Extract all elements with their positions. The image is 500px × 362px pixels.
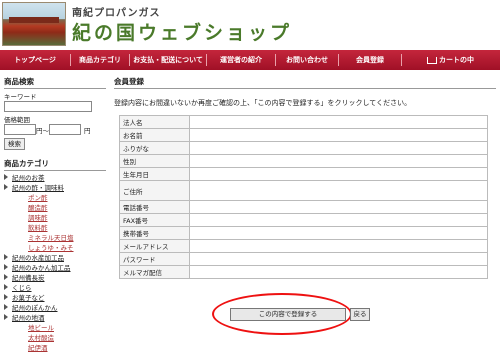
field-value	[189, 141, 488, 155]
field-value	[189, 252, 488, 266]
field-label: 電話番号	[119, 200, 190, 214]
triangle-bullet-icon	[4, 174, 8, 180]
category-list: 紀州のお茶 紀州の酢・調味料 ポン酢 醸造酢 調味酢 飲料酢 ミネラル天日塩 しょうゆ・みそ紀…	[4, 173, 106, 353]
nav-item-about[interactable]: 運営者の紹介	[207, 50, 275, 70]
subcategory-item[interactable]: ミネラル天日塩	[4, 233, 106, 243]
main-nav: トップページ 商品カテゴリ お支払・配送について 運営者の紹介 お問い合わせ 会…	[0, 50, 500, 70]
triangle-bullet-icon	[4, 274, 8, 280]
form-row: 電話番号	[119, 200, 488, 214]
field-label: ご住所	[119, 180, 190, 201]
field-value	[189, 239, 488, 253]
price-from-input[interactable]	[4, 124, 36, 135]
subcategory-item[interactable]: 紀伊酒	[4, 343, 106, 353]
field-value	[189, 226, 488, 240]
triangle-bullet-icon	[4, 314, 8, 320]
field-label: パスワード	[119, 252, 190, 266]
field-value	[189, 154, 488, 168]
category-item[interactable]: 紀州のお茶	[4, 173, 106, 183]
field-value	[189, 167, 488, 181]
price-range-label: 価格範囲	[4, 116, 30, 124]
submit-register-button[interactable]: この内容で登録する	[230, 308, 346, 321]
category-heading: 商品カテゴリ	[4, 158, 106, 171]
category-item[interactable]: 紀州の地酒	[4, 313, 106, 323]
subcategory-item[interactable]: 地ビール	[4, 323, 106, 333]
subcategory-item[interactable]: 醸造酢	[4, 203, 106, 213]
category-item[interactable]: 紀州のみかん加工品	[4, 263, 106, 273]
keyword-input[interactable]	[4, 101, 92, 112]
triangle-bullet-icon	[4, 284, 8, 290]
category-item[interactable]: くじら	[4, 283, 106, 293]
cart-icon	[427, 56, 437, 64]
field-label: 携帯番号	[119, 226, 190, 240]
category-item[interactable]: 紀州のぽんかん	[4, 303, 106, 313]
field-label: メルマガ配信	[119, 265, 190, 279]
triangle-bullet-icon	[4, 304, 8, 310]
field-label: 性別	[119, 154, 190, 168]
category-item[interactable]: 紀州の水産加工品	[4, 253, 106, 263]
main-content: 会員登録 登録内容にお間違いないか再度ご確認の上、「この内容で登録する」をクリッ…	[114, 76, 496, 108]
subcategory-item[interactable]: 太村酸造	[4, 333, 106, 343]
field-value	[189, 200, 488, 214]
search-button[interactable]: 検索	[4, 138, 25, 150]
keyword-label: キーワード	[4, 93, 37, 101]
category-item[interactable]: 紀州備長炭	[4, 273, 106, 283]
field-label: メールアドレス	[119, 239, 190, 253]
sidebar: 商品検索 キーワード 価格範囲 円〜 円 検索 商品カテゴリ 紀州のお茶 紀州の酢…	[4, 76, 106, 353]
site-header: 南紀プロパンガス 紀の国ウェブショップ	[0, 0, 500, 48]
form-row: ご住所	[119, 180, 488, 201]
field-label: 法人名	[119, 115, 190, 129]
field-value	[189, 265, 488, 279]
triangle-bullet-icon	[4, 264, 8, 270]
shop-logo[interactable]: 紀の国ウェブショップ	[72, 18, 292, 45]
category-item[interactable]: お菓子など	[4, 293, 106, 303]
field-value	[189, 213, 488, 227]
triangle-bullet-icon	[4, 254, 8, 260]
subcategory-item[interactable]: しょうゆ・みそ	[4, 243, 106, 253]
field-label: 生年月日	[119, 167, 190, 181]
form-row: 携帯番号	[119, 226, 488, 240]
registration-confirm-table: 法人名 お名前 ふりがな 性別 生年月日 ご住所 電話番号 FAX番号 携帯番号 メールアドレスパ…	[119, 115, 488, 279]
price-separator: 円〜	[36, 126, 49, 135]
triangle-bullet-icon	[4, 184, 8, 190]
search-heading: 商品検索	[4, 76, 106, 89]
header-photo	[2, 2, 66, 46]
field-value	[189, 180, 488, 201]
nav-item-register[interactable]: 会員登録	[339, 50, 401, 70]
page-title: 会員登録	[114, 76, 496, 89]
form-row: 性別	[119, 154, 488, 168]
form-row: パスワード	[119, 252, 488, 266]
back-button[interactable]: 戻る	[350, 308, 370, 321]
nav-item-categories[interactable]: 商品カテゴリ	[71, 50, 129, 70]
subcategory-item[interactable]: ポン酢	[4, 193, 106, 203]
form-row: メルマガ配信	[119, 265, 488, 279]
nav-item-contact[interactable]: お問い合わせ	[276, 50, 338, 70]
price-to-input[interactable]	[49, 124, 81, 135]
form-row: お名前	[119, 128, 488, 142]
category-item[interactable]: 紀州の酢・調味料	[4, 183, 106, 193]
form-row: 法人名	[119, 115, 488, 129]
form-row: メールアドレス	[119, 239, 488, 253]
nav-item-top[interactable]: トップページ	[0, 50, 70, 70]
form-row: FAX番号	[119, 213, 488, 227]
field-label: FAX番号	[119, 213, 190, 227]
field-label: お名前	[119, 128, 190, 142]
subcategory-item[interactable]: 調味酢	[4, 213, 106, 223]
nav-item-payment-shipping[interactable]: お支払・配送について	[130, 50, 206, 70]
form-row: 生年月日	[119, 167, 488, 181]
price-unit: 円	[84, 126, 91, 135]
field-label: ふりがな	[119, 141, 190, 155]
subcategory-item[interactable]: 飲料酢	[4, 223, 106, 233]
confirm-notice: 登録内容にお間違いないか再度ご確認の上、「この内容で登録する」をクリックしてくだ…	[114, 99, 412, 107]
form-row: ふりがな	[119, 141, 488, 155]
field-value	[189, 128, 488, 142]
nav-item-cart[interactable]: カートの中	[402, 50, 499, 70]
triangle-bullet-icon	[4, 294, 8, 300]
company-name: 南紀プロパンガス	[72, 8, 161, 19]
field-value	[189, 115, 488, 129]
